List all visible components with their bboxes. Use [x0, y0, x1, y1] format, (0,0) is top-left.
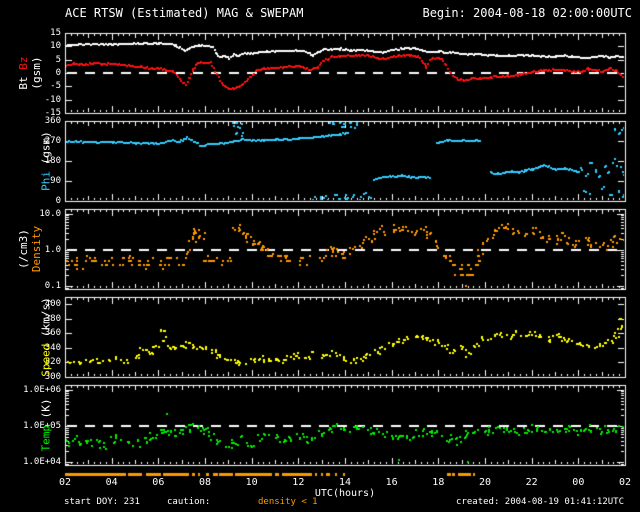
x-tick-label: 22	[525, 477, 538, 488]
y-axis-label-part: Bz	[17, 56, 30, 70]
y-axis-label: Phi (gsm)	[40, 131, 53, 191]
page-title: ACE RTSW (Estimated) MAG & SWEPAM	[65, 6, 304, 20]
x-tick-label: 12	[292, 477, 305, 488]
x-tick-label: 00	[572, 477, 585, 488]
y-tick-label: -10	[44, 94, 61, 105]
x-tick-label: 18	[432, 477, 445, 488]
y-axis-label-part: (km/s)	[39, 297, 53, 337]
x-tick-label: 02	[618, 477, 632, 488]
caution-label: caution:	[167, 497, 211, 507]
x-tick-label: 04	[105, 477, 118, 488]
start-doy-label: start DOY: 231	[64, 497, 140, 507]
y-axis-label-part: Speed	[39, 337, 53, 377]
y-tick-label: 0.1	[44, 281, 61, 292]
x-tick-label: 16	[385, 477, 398, 488]
y-tick-label: 15	[50, 28, 61, 38]
y-axis-label-part: Temp	[39, 418, 53, 452]
y-axis-label: Bt Bz (gsm)	[17, 56, 43, 89]
y-tick-label: 10	[50, 41, 61, 52]
y-axis-label: Speed (km/s)	[40, 297, 53, 377]
created-timestamp: created: 2004-08-19 01:41:12UTC	[456, 497, 624, 507]
x-tick-label: 14	[338, 477, 352, 488]
x-tick-label: 02	[58, 477, 72, 488]
y-tick-label: 1.0E+04	[23, 457, 61, 468]
begin-timestamp: Begin: 2004-08-18 02:00:00UTC	[422, 6, 632, 20]
y-axis-label-part: Density	[30, 225, 43, 273]
y-tick-label: 360	[44, 116, 61, 126]
y-axis-label-part: Bt	[17, 69, 30, 90]
y-axis-label-part: (/cm3)	[17, 229, 30, 269]
plot-canvas	[0, 0, 640, 512]
y-axis-label-part: (K)	[39, 398, 53, 419]
y-axis-label-part: (gsm)	[30, 56, 43, 90]
ace-rtsw-plot: ACE RTSW (Estimated) MAG & SWEPAM Begin:…	[0, 0, 640, 512]
x-tick-label: 06	[152, 477, 165, 488]
caution-value: density < 1	[258, 497, 318, 507]
x-tick-label: 20	[478, 477, 492, 488]
y-axis-label-part: (gsm)	[39, 131, 53, 165]
x-tick-label: 08	[198, 477, 212, 488]
y-axis-label: (/cm3) Density	[17, 226, 43, 272]
y-axis-label-part: Phi	[39, 164, 53, 191]
x-tick-label: 10	[245, 477, 258, 488]
y-tick-label: 10.0	[39, 208, 61, 219]
y-tick-label: 1.0E+06	[23, 384, 61, 395]
y-axis-label: Temp (K)	[40, 399, 53, 452]
y-tick-label: 0	[55, 196, 61, 206]
